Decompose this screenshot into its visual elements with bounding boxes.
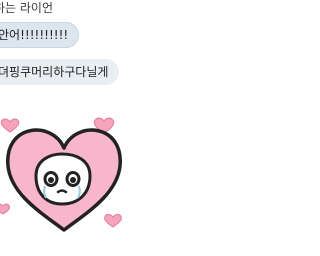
mouth-icon — [56, 189, 68, 194]
message-bubble[interactable]: 뎌핑쿠머리하구다닐게 — [0, 59, 120, 85]
message-bubble[interactable]: 안어!!!!!!!!!! — [0, 22, 80, 48]
sender-name: 하는 라이언 — [0, 1, 54, 15]
small-heart-icon — [0, 203, 10, 215]
small-heart-icon — [0, 118, 20, 133]
small-heart-icon — [104, 213, 122, 228]
heart-character-sticker-icon[interactable] — [0, 108, 130, 238]
chat-screen: 하는 라이언 안어!!!!!!!!!! 뎌핑쿠머리하구다닐게 — [0, 0, 256, 256]
